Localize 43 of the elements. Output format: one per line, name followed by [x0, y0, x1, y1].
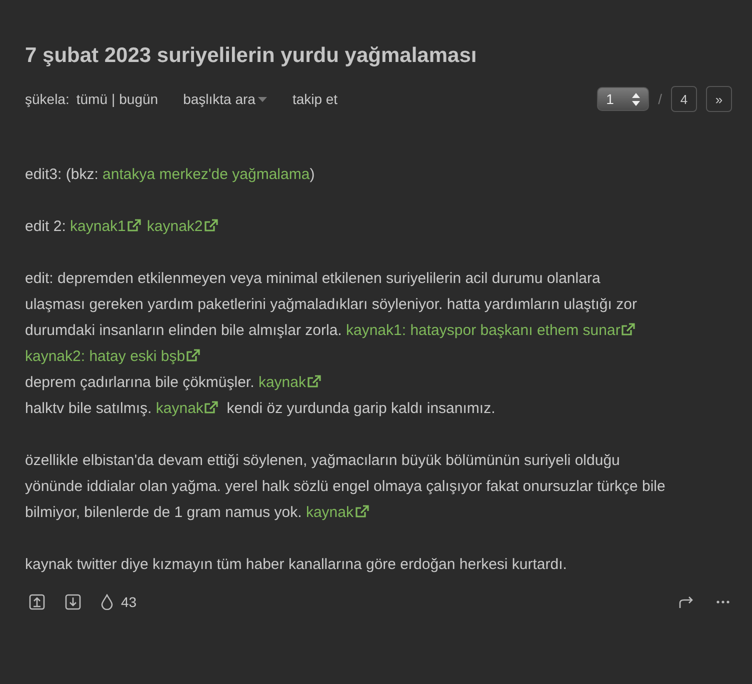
external-link-icon — [204, 219, 218, 232]
external-link[interactable]: kaynak1 — [70, 218, 141, 235]
follow-link[interactable]: takip et — [292, 91, 338, 107]
page-separator: / — [658, 91, 662, 107]
external-link-icon — [204, 401, 218, 414]
external-link-icon — [354, 505, 368, 518]
separator: | — [111, 91, 116, 107]
spinner-icon — [632, 92, 640, 106]
share-icon — [679, 596, 694, 608]
external-link-icon — [621, 323, 636, 336]
sort-label: şükela: — [25, 91, 70, 107]
external-link[interactable]: kaynak — [156, 400, 218, 417]
next-page-button[interactable]: » — [706, 86, 732, 112]
external-link-icon — [186, 349, 200, 362]
external-link-icon — [306, 375, 321, 388]
topic-title: 7 şubat 2023 suriyelilerin yurdu yağmalaması — [25, 44, 478, 68]
entry-paragraph: edit: depremden etkilenmeyen veya minimal etkilenen suriyelilerin acil durumu olanlara ulaşması gereken yardım paketlerini yağmaladıkları söyleniyor. hatta yardımların ulaştığı zor durumdaki insanların elinden bile almışlar zorla. kaynak1: hatayspor başkanı ethem sunar kaynak2: hatay eski bşb deprem çadırlarına bile çökmüşler. kaynak halktv bile satılmış. kaynak kendi öz yurdunda garip kaldı insanımız. — [25, 269, 638, 419]
share-button[interactable] — [679, 596, 694, 608]
entry-paragraph: kaynak twitter diye kızmayın tüm haber kanallarına göre erdoğan herkesi kurtardı. — [25, 555, 568, 575]
more-button[interactable] — [716, 600, 730, 604]
entry-paragraph: edit 2: kaynak1 kaynak2 — [25, 214, 732, 240]
droplet-icon — [101, 594, 113, 610]
link[interactable]: antakya merkez'de yağmalama — [102, 166, 310, 183]
search-topic-dropdown[interactable]: başlıkta ara — [183, 91, 268, 107]
favorite-button[interactable]: 43 — [101, 594, 137, 610]
caret-icon — [258, 96, 268, 102]
ellipsis-icon — [716, 600, 730, 604]
external-link[interactable]: kaynak — [258, 374, 321, 391]
external-link-icon — [126, 219, 141, 232]
entry-paragraph: özellikle elbistan'da devam ettiği söylenen, yağmacıların büyük bölümünün suriyeli olduğu yönünde iddialar olan yağma. yerel halk sözlü engel olmaya çalışıyor fakat onursuzlar türkçe bile bilmiyor, bilenlerde de 1 gram namus yok. kaynak — [25, 451, 666, 523]
sort-option[interactable]: tümü — [76, 91, 108, 107]
upvote-button[interactable] — [29, 594, 45, 610]
downvote-button[interactable] — [65, 594, 81, 610]
arrow-down-icon — [65, 594, 81, 610]
external-link[interactable]: kaynak2: hatay eski bşb — [25, 348, 200, 365]
external-link[interactable]: kaynak1: hatayspor başkanı ethem sunar — [346, 322, 636, 339]
page-select[interactable]: 1 — [597, 87, 650, 111]
entry-paragraph: edit3: (bkz: antakya merkez'de yağmalama) — [25, 165, 316, 185]
arrow-up-icon — [29, 594, 45, 610]
external-link[interactable]: kaynak2 — [146, 218, 218, 235]
sort-option[interactable]: bugün — [119, 91, 158, 107]
last-page-button[interactable]: 4 — [671, 86, 697, 112]
external-link[interactable]: kaynak — [306, 504, 368, 521]
